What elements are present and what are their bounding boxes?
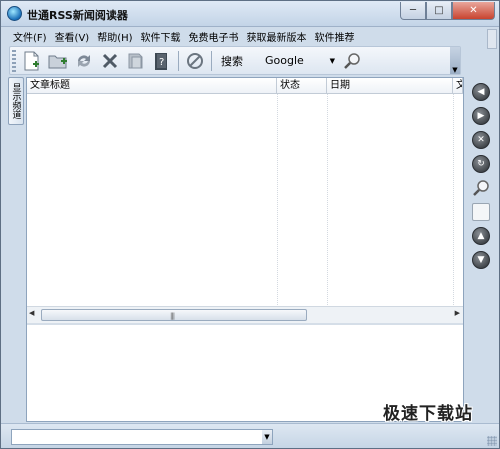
menu-get-latest-version[interactable]: 获取最新版本 xyxy=(243,29,311,44)
column-gridline xyxy=(327,94,328,305)
menu-help[interactable]: 帮助(H) xyxy=(93,29,136,44)
close-button[interactable]: ✕ xyxy=(452,2,495,20)
column-more[interactable]: 文 xyxy=(453,78,463,93)
column-title[interactable]: 文章标题 xyxy=(27,78,277,93)
resize-grip[interactable] xyxy=(487,436,497,446)
show-channels-tab[interactable]: 显示频道 xyxy=(8,77,24,125)
back-icon[interactable]: ◀ xyxy=(472,83,490,101)
toolbar-separator xyxy=(178,50,179,71)
page-icon[interactable] xyxy=(472,203,490,221)
horizontal-scrollbar[interactable]: ◀ ||| ▶ xyxy=(27,306,463,323)
stop-nav-icon[interactable]: ✕ xyxy=(472,131,490,149)
chevron-down-icon[interactable]: ▼ xyxy=(262,430,272,444)
column-gridline xyxy=(277,94,278,305)
toolbar-separator xyxy=(211,50,212,71)
menu-view[interactable]: 查看(V) xyxy=(51,29,94,44)
app-globe-icon xyxy=(7,6,22,21)
toolbar-grip[interactable] xyxy=(12,49,16,72)
watermark-logo: 极速下载站 xyxy=(383,404,473,424)
navigation-toolbar: ◀ ▶ ✕ ↻ ▲ ▼ xyxy=(470,83,492,275)
chevron-down-icon: ▼ xyxy=(329,56,335,65)
column-date[interactable]: 日期 xyxy=(327,78,453,93)
menu-software-recommend[interactable]: 软件推荐 xyxy=(311,29,359,44)
help-book-icon[interactable]: ? xyxy=(149,49,175,73)
menu-file[interactable]: 文件(F) xyxy=(9,29,51,44)
search-engine-value: Google xyxy=(265,54,304,67)
column-gridline xyxy=(453,94,454,305)
scroll-thumb[interactable]: ||| xyxy=(41,309,307,321)
delete-icon[interactable] xyxy=(97,49,123,73)
maximize-button[interactable]: □ xyxy=(426,2,452,20)
svg-text:?: ? xyxy=(159,57,164,68)
scroll-left-icon[interactable]: ◀ xyxy=(29,309,34,317)
status-dropdown[interactable]: ▼ xyxy=(11,429,273,445)
scroll-grip-icon: ||| xyxy=(170,312,175,320)
mark-read-icon[interactable] xyxy=(123,49,149,73)
scroll-right-icon[interactable]: ▶ xyxy=(455,309,460,317)
menu-bar: 文件(F) 查看(V) 帮助(H) 软件下载 免费电子书 获取最新版本 软件推荐 xyxy=(9,27,359,45)
pane-splitter[interactable] xyxy=(27,323,463,325)
scroll-up-icon[interactable]: ▲ xyxy=(472,227,490,245)
search-icon[interactable] xyxy=(339,52,365,70)
toolbar-overflow-button[interactable]: ▼ xyxy=(450,47,460,74)
search-label: 搜索 xyxy=(221,54,243,68)
refresh-icon[interactable] xyxy=(71,49,97,73)
window-title: 世通RSS新闻阅读器 xyxy=(27,9,128,22)
search-engine-select[interactable]: Google ▼ xyxy=(257,54,339,67)
new-item-icon[interactable] xyxy=(19,49,45,73)
add-folder-icon[interactable] xyxy=(45,49,71,73)
list-header: 文章标题 状态 日期 文 xyxy=(27,78,463,94)
reload-icon[interactable]: ↻ xyxy=(472,155,490,173)
menu-software-download[interactable]: 软件下载 xyxy=(137,29,185,44)
toolbar: ? 搜索 Google ▼ ▼ xyxy=(9,46,461,75)
status-bar: ▼ xyxy=(1,423,499,448)
menu-overflow-button[interactable] xyxy=(487,29,497,49)
app-window: 世通RSS新闻阅读器 ─ □ ✕ 文件(F) 查看(V) 帮助(H) 软件下载 … xyxy=(0,0,500,449)
main-content: 文章标题 状态 日期 文 ◀ ||| ▶ xyxy=(26,77,464,422)
article-list[interactable]: 文章标题 状态 日期 文 ◀ ||| ▶ xyxy=(27,78,463,323)
show-channels-label: 显示频道 xyxy=(10,83,21,119)
window-controls: ─ □ ✕ xyxy=(400,2,495,20)
menu-free-ebooks[interactable]: 免费电子书 xyxy=(185,29,243,44)
forward-icon[interactable]: ▶ xyxy=(472,107,490,125)
minimize-button[interactable]: ─ xyxy=(400,2,426,20)
column-status[interactable]: 状态 xyxy=(277,78,327,93)
title-bar: 世通RSS新闻阅读器 ─ □ ✕ xyxy=(1,1,499,27)
scroll-down-icon[interactable]: ▼ xyxy=(472,251,490,269)
stop-icon[interactable] xyxy=(182,49,208,73)
zoom-icon[interactable] xyxy=(472,179,490,197)
